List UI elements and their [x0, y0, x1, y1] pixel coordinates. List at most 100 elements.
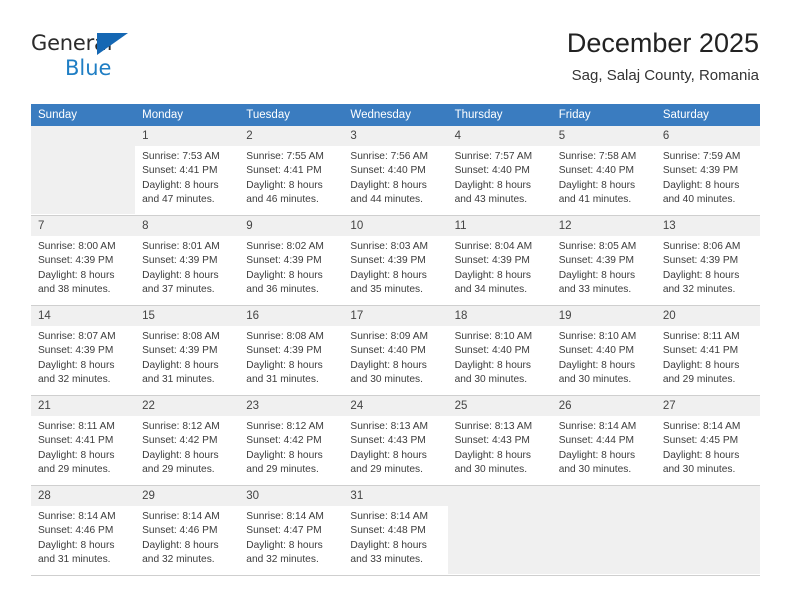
day-details: Sunrise: 8:00 AM Sunset: 4:39 PM Daylight:…: [31, 236, 135, 298]
calendar-cell-inner: 7 Sunrise: 8:00 AM Sunset: 4:39 PM Daylight…: [31, 216, 136, 304]
day-detail-line: Sunrise: 8:14 AM: [662, 421, 741, 432]
calendar-cell-day[interactable]: 9 Sunrise: 8:02 AM Sunset: 4:39 PM Daylight…: [239, 215, 344, 305]
day-detail-line: Sunrise: 7:55 AM: [246, 151, 324, 162]
day-detail-line: Daylight: 8 hours: [246, 539, 323, 551]
calendar-cell-inner: 15 Sunrise: 8:08 AM Sunset: 4:39 PM Dayligh…: [135, 306, 240, 394]
day-number: 3: [343, 126, 448, 146]
day-detail-line: and 37 minutes.: [142, 284, 215, 296]
day-number: 30: [239, 486, 344, 506]
day-detail-line: Sunset: 4:39 PM: [246, 255, 322, 267]
calendar-cell-day[interactable]: 13 Sunrise: 8:06 AM Sunset: 4:39 PM Dayligh…: [655, 215, 760, 305]
calendar-cell-day[interactable]: 1 Sunrise: 7:53 AM Sunset: 4:41 PM Daylight…: [135, 126, 240, 215]
day-detail-line: Sunrise: 8:13 AM: [350, 421, 429, 432]
calendar-cell-inner: 14 Sunrise: 8:07 AM Sunset: 4:39 PM Dayligh…: [31, 306, 136, 394]
day-detail-line: Daylight: 8 hours: [662, 359, 740, 371]
calendar-cell-day[interactable]: 8 Sunrise: 8:01 AM Sunset: 4:39 PM Daylight…: [135, 215, 240, 305]
day-details: Sunrise: 8:07 AM Sunset: 4:39 PM Daylight:…: [31, 326, 135, 388]
day-detail-line: and 31 minutes.: [38, 554, 111, 566]
day-number: 14: [31, 306, 136, 326]
day-details: Sunrise: 8:13 AM Sunset: 4:43 PM Daylight:…: [448, 416, 552, 478]
calendar-week-row: 14 Sunrise: 8:07 AM Sunset: 4:39 PM Dayligh…: [31, 305, 760, 395]
calendar-cell-inner: 22 Sunrise: 8:12 AM Sunset: 4:42 PM Dayligh…: [135, 396, 240, 484]
day-number: 1: [135, 126, 240, 146]
day-details: Sunrise: 7:58 AM Sunset: 4:40 PM Daylight:…: [552, 146, 656, 208]
logo-triangle-icon: [97, 33, 128, 55]
day-details: Sunrise: 7:57 AM Sunset: 4:40 PM Daylight:…: [448, 146, 552, 208]
calendar-cell-inner: [656, 486, 760, 574]
calendar-cell-day[interactable]: 17 Sunrise: 8:09 AM Sunset: 4:40 PM Dayligh…: [343, 305, 448, 395]
day-detail-line: Sunset: 4:45 PM: [662, 435, 739, 447]
calendar-cell-day[interactable]: 26 Sunrise: 8:14 AM Sunset: 4:44 PM Dayligh…: [551, 395, 656, 485]
day-detail-line: Daylight: 8 hours: [246, 179, 323, 191]
day-detail-line: and 46 minutes.: [246, 194, 319, 206]
day-number: 23: [239, 396, 344, 416]
day-number: 2: [239, 126, 344, 146]
day-detail-line: Daylight: 8 hours: [558, 269, 636, 281]
day-detail-line: Sunrise: 7:53 AM: [142, 151, 220, 162]
calendar-cell-day[interactable]: 20 Sunrise: 8:11 AM Sunset: 4:41 PM Dayligh…: [655, 305, 760, 395]
day-details: Sunrise: 8:05 AM Sunset: 4:39 PM Daylight:…: [552, 236, 656, 298]
calendar-cell-day[interactable]: 22 Sunrise: 8:12 AM Sunset: 4:42 PM Dayligh…: [135, 395, 240, 485]
calendar-cell-inner: 30 Sunrise: 8:14 AM Sunset: 4:47 PM Dayligh…: [239, 486, 344, 574]
day-detail-line: and 44 minutes.: [350, 194, 423, 206]
day-detail-line: Daylight: 8 hours: [662, 449, 740, 461]
day-detail-line: Daylight: 8 hours: [246, 449, 323, 461]
calendar-week-row: 1 Sunrise: 7:53 AM Sunset: 4:41 PM Daylight…: [31, 126, 760, 215]
calendar-cell-day[interactable]: 3 Sunrise: 7:56 AM Sunset: 4:40 PM Daylight…: [343, 126, 448, 215]
calendar-cell-day[interactable]: 19 Sunrise: 8:10 AM Sunset: 4:40 PM Dayligh…: [551, 305, 656, 395]
day-detail-line: and 38 minutes.: [38, 284, 111, 296]
calendar-cell-day[interactable]: 27 Sunrise: 8:14 AM Sunset: 4:45 PM Dayligh…: [655, 395, 760, 485]
day-detail-line: Daylight: 8 hours: [558, 449, 636, 461]
day-detail-line: and 30 minutes.: [454, 464, 528, 476]
day-detail-line: Sunrise: 8:14 AM: [142, 511, 220, 522]
calendar-cell-day[interactable]: 15 Sunrise: 8:08 AM Sunset: 4:39 PM Dayligh…: [135, 305, 240, 395]
calendar-cell-day[interactable]: 18 Sunrise: 8:10 AM Sunset: 4:40 PM Dayligh…: [447, 305, 552, 395]
week-separator-cell: [551, 574, 656, 576]
day-details: Sunrise: 8:02 AM Sunset: 4:39 PM Daylight:…: [239, 236, 343, 298]
calendar-cell-day[interactable]: 7 Sunrise: 8:00 AM Sunset: 4:39 PM Daylight…: [31, 215, 136, 305]
calendar-cell-day[interactable]: 10 Sunrise: 8:03 AM Sunset: 4:39 PM Dayligh…: [343, 215, 448, 305]
calendar-cell-inner: [448, 486, 552, 574]
day-details: Sunrise: 8:11 AM Sunset: 4:41 PM Daylight:…: [656, 326, 760, 388]
day-detail-line: Sunset: 4:46 PM: [38, 525, 114, 537]
day-detail-line: Daylight: 8 hours: [350, 449, 427, 461]
calendar-cell-day[interactable]: 2 Sunrise: 7:55 AM Sunset: 4:41 PM Daylight…: [239, 126, 344, 215]
calendar-cell-inner: 29 Sunrise: 8:14 AM Sunset: 4:46 PM Dayligh…: [135, 486, 240, 574]
day-detail-line: Sunrise: 8:13 AM: [454, 421, 533, 432]
day-number: 31: [343, 486, 448, 506]
day-details: Sunrise: 8:14 AM Sunset: 4:46 PM Daylight:…: [31, 506, 135, 568]
calendar-cell-day[interactable]: 31 Sunrise: 8:14 AM Sunset: 4:48 PM Dayligh…: [343, 485, 448, 575]
calendar-cell-day[interactable]: 16 Sunrise: 8:08 AM Sunset: 4:39 PM Dayligh…: [239, 305, 344, 395]
calendar-cell-day[interactable]: 25 Sunrise: 8:13 AM Sunset: 4:43 PM Dayligh…: [447, 395, 552, 485]
calendar-cell-day[interactable]: 6 Sunrise: 7:59 AM Sunset: 4:39 PM Daylight…: [655, 126, 760, 215]
calendar-cell-inner: [31, 126, 135, 214]
day-detail-line: Sunset: 4:41 PM: [246, 165, 322, 177]
page-header: General Blue December 2025 Sag, Salaj Co…: [31, 26, 759, 96]
day-number: 20: [655, 306, 760, 326]
day-number: 24: [343, 396, 448, 416]
calendar-cell-day[interactable]: 30 Sunrise: 8:14 AM Sunset: 4:47 PM Dayligh…: [239, 485, 344, 575]
calendar-cell-day[interactable]: 4 Sunrise: 7:57 AM Sunset: 4:40 PM Daylight…: [447, 126, 552, 215]
calendar-cell-inner: 21 Sunrise: 8:11 AM Sunset: 4:41 PM Dayligh…: [31, 396, 136, 484]
calendar-cell-day[interactable]: 24 Sunrise: 8:13 AM Sunset: 4:43 PM Dayligh…: [343, 395, 448, 485]
calendar-cell-day[interactable]: 23 Sunrise: 8:12 AM Sunset: 4:42 PM Dayligh…: [239, 395, 344, 485]
calendar-cell-day[interactable]: 21 Sunrise: 8:11 AM Sunset: 4:41 PM Dayligh…: [31, 395, 136, 485]
weekday-header-monday: Monday: [135, 104, 240, 126]
calendar-cell-day[interactable]: 12 Sunrise: 8:05 AM Sunset: 4:39 PM Dayligh…: [551, 215, 656, 305]
calendar-cell-day[interactable]: 11 Sunrise: 8:04 AM Sunset: 4:39 PM Dayligh…: [447, 215, 552, 305]
calendar-grid: Sunday Monday Tuesday Wednesday Thursday…: [31, 104, 760, 576]
calendar-cell-inner: 4 Sunrise: 7:57 AM Sunset: 4:40 PM Daylight…: [447, 126, 552, 214]
day-detail-line: Sunset: 4:48 PM: [350, 525, 426, 537]
calendar-cell-day[interactable]: 28 Sunrise: 8:14 AM Sunset: 4:46 PM Dayligh…: [31, 485, 136, 575]
day-detail-line: Sunrise: 8:01 AM: [142, 241, 220, 252]
day-detail-line: Daylight: 8 hours: [350, 539, 427, 551]
calendar-cell-inner: 6 Sunrise: 7:59 AM Sunset: 4:39 PM Daylight…: [655, 126, 760, 214]
calendar-cell-inner: 9 Sunrise: 8:02 AM Sunset: 4:39 PM Daylight…: [239, 216, 344, 304]
calendar-cell-day[interactable]: 5 Sunrise: 7:58 AM Sunset: 4:40 PM Daylight…: [551, 126, 656, 215]
day-detail-line: and 30 minutes.: [350, 374, 423, 386]
day-detail-line: Daylight: 8 hours: [454, 179, 532, 191]
calendar-cell-day[interactable]: 14 Sunrise: 8:07 AM Sunset: 4:39 PM Dayligh…: [31, 305, 136, 395]
day-detail-line: and 33 minutes.: [350, 554, 423, 566]
calendar-cell-day[interactable]: 29 Sunrise: 8:14 AM Sunset: 4:46 PM Dayligh…: [135, 485, 240, 575]
day-detail-line: Sunset: 4:40 PM: [350, 345, 426, 357]
